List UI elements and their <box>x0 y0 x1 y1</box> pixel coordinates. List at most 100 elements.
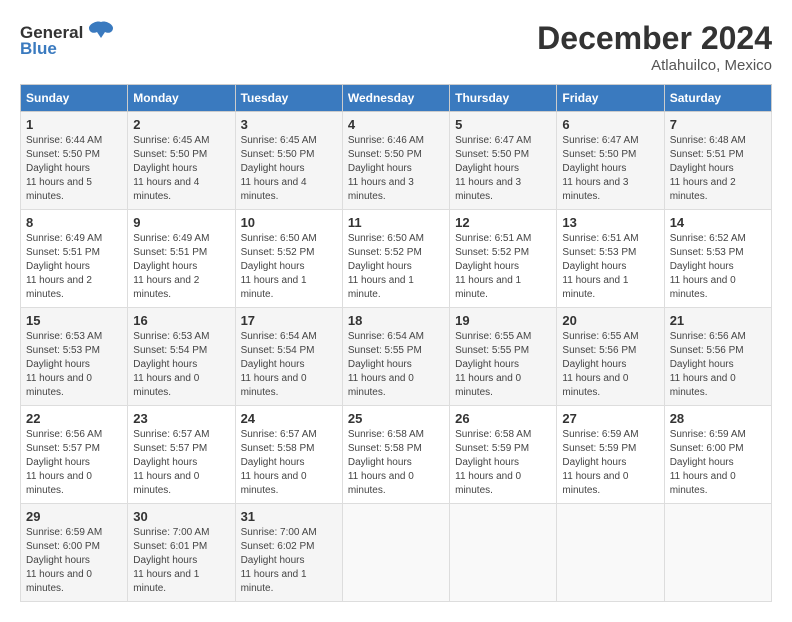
day-number: 15 <box>26 313 122 328</box>
day-info: Sunrise: 6:58 AM Sunset: 5:59 PM Dayligh… <box>455 428 551 498</box>
calendar-cell: 17 Sunrise: 6:54 AM Sunset: 5:54 PM Dayl… <box>235 308 342 406</box>
calendar-cell <box>342 504 449 602</box>
calendar-cell: 28 Sunrise: 6:59 AM Sunset: 6:00 PM Dayl… <box>664 406 771 504</box>
day-info: Sunrise: 6:56 AM Sunset: 5:57 PM Dayligh… <box>26 428 122 498</box>
sunrise-label: Sunrise: 7:00 AM <box>133 527 209 538</box>
sunset-label: Sunset: 5:50 PM <box>348 149 422 160</box>
sunrise-label: Sunrise: 6:59 AM <box>562 429 638 440</box>
sunrise-label: Sunrise: 6:59 AM <box>670 429 746 440</box>
daylight-value: 11 hours and 0 minutes. <box>348 471 414 496</box>
calendar-week-row: 22 Sunrise: 6:56 AM Sunset: 5:57 PM Dayl… <box>21 406 772 504</box>
sunset-label: Sunset: 6:00 PM <box>26 541 100 552</box>
location-title: Atlahuilco, Mexico <box>537 57 772 74</box>
sunset-label: Sunset: 5:51 PM <box>26 247 100 258</box>
day-number: 20 <box>562 313 658 328</box>
sunset-label: Sunset: 5:50 PM <box>133 149 207 160</box>
daylight-value: 11 hours and 0 minutes. <box>133 373 199 398</box>
day-info: Sunrise: 6:51 AM Sunset: 5:53 PM Dayligh… <box>562 232 658 302</box>
daylight-label: Daylight hours <box>241 163 305 174</box>
day-info: Sunrise: 6:50 AM Sunset: 5:52 PM Dayligh… <box>348 232 444 302</box>
sunrise-label: Sunrise: 6:58 AM <box>455 429 531 440</box>
calendar-week-row: 1 Sunrise: 6:44 AM Sunset: 5:50 PM Dayli… <box>21 112 772 210</box>
day-number: 3 <box>241 117 337 132</box>
sunset-label: Sunset: 5:56 PM <box>670 345 744 356</box>
sunset-label: Sunset: 5:57 PM <box>133 443 207 454</box>
daylight-value: 11 hours and 0 minutes. <box>348 373 414 398</box>
daylight-value: 11 hours and 1 minute. <box>455 275 521 300</box>
day-number: 19 <box>455 313 551 328</box>
day-number: 29 <box>26 509 122 524</box>
sunrise-label: Sunrise: 6:54 AM <box>241 331 317 342</box>
calendar-cell <box>664 504 771 602</box>
day-number: 30 <box>133 509 229 524</box>
day-info: Sunrise: 6:52 AM Sunset: 5:53 PM Dayligh… <box>670 232 766 302</box>
sunset-label: Sunset: 5:59 PM <box>562 443 636 454</box>
day-number: 12 <box>455 215 551 230</box>
sunset-label: Sunset: 5:53 PM <box>26 345 100 356</box>
day-info: Sunrise: 6:46 AM Sunset: 5:50 PM Dayligh… <box>348 134 444 204</box>
calendar-header-wednesday: Wednesday <box>342 85 449 112</box>
calendar-cell: 8 Sunrise: 6:49 AM Sunset: 5:51 PM Dayli… <box>21 210 128 308</box>
calendar-cell: 11 Sunrise: 6:50 AM Sunset: 5:52 PM Dayl… <box>342 210 449 308</box>
sunrise-label: Sunrise: 6:48 AM <box>670 135 746 146</box>
sunrise-label: Sunrise: 6:55 AM <box>562 331 638 342</box>
daylight-value: 11 hours and 3 minutes. <box>455 177 521 202</box>
day-number: 6 <box>562 117 658 132</box>
sunrise-label: Sunrise: 6:47 AM <box>562 135 638 146</box>
daylight-value: 11 hours and 3 minutes. <box>348 177 414 202</box>
daylight-value: 11 hours and 1 minute. <box>562 275 628 300</box>
day-number: 10 <box>241 215 337 230</box>
calendar-week-row: 29 Sunrise: 6:59 AM Sunset: 6:00 PM Dayl… <box>21 504 772 602</box>
sunrise-label: Sunrise: 6:56 AM <box>26 429 102 440</box>
daylight-label: Daylight hours <box>133 163 197 174</box>
calendar-cell: 3 Sunrise: 6:45 AM Sunset: 5:50 PM Dayli… <box>235 112 342 210</box>
logo-bird-icon <box>87 20 115 45</box>
sunset-label: Sunset: 5:50 PM <box>455 149 529 160</box>
sunrise-label: Sunrise: 6:49 AM <box>26 233 102 244</box>
daylight-value: 11 hours and 0 minutes. <box>26 569 92 594</box>
calendar-cell: 12 Sunrise: 6:51 AM Sunset: 5:52 PM Dayl… <box>450 210 557 308</box>
day-number: 27 <box>562 411 658 426</box>
day-info: Sunrise: 7:00 AM Sunset: 6:02 PM Dayligh… <box>241 526 337 596</box>
daylight-label: Daylight hours <box>133 359 197 370</box>
sunset-label: Sunset: 6:01 PM <box>133 541 207 552</box>
daylight-value: 11 hours and 0 minutes. <box>670 471 736 496</box>
day-info: Sunrise: 6:49 AM Sunset: 5:51 PM Dayligh… <box>26 232 122 302</box>
daylight-label: Daylight hours <box>670 457 734 468</box>
daylight-value: 11 hours and 0 minutes. <box>241 373 307 398</box>
daylight-label: Daylight hours <box>26 359 90 370</box>
daylight-label: Daylight hours <box>670 261 734 272</box>
calendar-header-monday: Monday <box>128 85 235 112</box>
sunrise-label: Sunrise: 6:58 AM <box>348 429 424 440</box>
day-number: 14 <box>670 215 766 230</box>
calendar-cell: 19 Sunrise: 6:55 AM Sunset: 5:55 PM Dayl… <box>450 308 557 406</box>
daylight-value: 11 hours and 0 minutes. <box>26 471 92 496</box>
day-info: Sunrise: 6:53 AM Sunset: 5:53 PM Dayligh… <box>26 330 122 400</box>
header: General Blue December 2024 Atlahuilco, M… <box>20 20 772 74</box>
calendar-week-row: 8 Sunrise: 6:49 AM Sunset: 5:51 PM Dayli… <box>21 210 772 308</box>
daylight-value: 11 hours and 1 minute. <box>241 569 307 594</box>
sunset-label: Sunset: 5:51 PM <box>133 247 207 258</box>
sunset-label: Sunset: 5:52 PM <box>455 247 529 258</box>
daylight-label: Daylight hours <box>562 457 626 468</box>
daylight-value: 11 hours and 0 minutes. <box>26 373 92 398</box>
daylight-value: 11 hours and 2 minutes. <box>670 177 736 202</box>
day-number: 21 <box>670 313 766 328</box>
daylight-label: Daylight hours <box>241 261 305 272</box>
calendar-cell: 30 Sunrise: 7:00 AM Sunset: 6:01 PM Dayl… <box>128 504 235 602</box>
sunrise-label: Sunrise: 6:53 AM <box>133 331 209 342</box>
calendar-cell: 10 Sunrise: 6:50 AM Sunset: 5:52 PM Dayl… <box>235 210 342 308</box>
calendar-cell <box>557 504 664 602</box>
day-number: 5 <box>455 117 551 132</box>
day-info: Sunrise: 6:57 AM Sunset: 5:57 PM Dayligh… <box>133 428 229 498</box>
calendar-cell: 27 Sunrise: 6:59 AM Sunset: 5:59 PM Dayl… <box>557 406 664 504</box>
calendar-cell: 26 Sunrise: 6:58 AM Sunset: 5:59 PM Dayl… <box>450 406 557 504</box>
day-info: Sunrise: 6:59 AM Sunset: 6:00 PM Dayligh… <box>670 428 766 498</box>
day-number: 25 <box>348 411 444 426</box>
calendar-header-friday: Friday <box>557 85 664 112</box>
day-number: 2 <box>133 117 229 132</box>
day-number: 13 <box>562 215 658 230</box>
calendar-cell: 24 Sunrise: 6:57 AM Sunset: 5:58 PM Dayl… <box>235 406 342 504</box>
daylight-label: Daylight hours <box>455 359 519 370</box>
day-info: Sunrise: 7:00 AM Sunset: 6:01 PM Dayligh… <box>133 526 229 596</box>
